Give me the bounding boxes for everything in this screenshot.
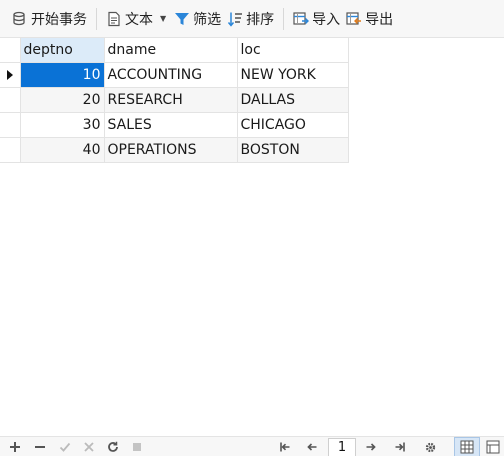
export-label: 导出 bbox=[365, 11, 394, 28]
cell-dname[interactable]: SALES bbox=[103, 112, 238, 138]
cell-dname[interactable]: ACCOUNTING bbox=[103, 62, 238, 88]
cell-dname[interactable]: RESEARCH bbox=[103, 87, 238, 113]
database-transaction-icon bbox=[12, 11, 28, 27]
export-icon bbox=[346, 11, 362, 27]
sort-icon bbox=[227, 11, 243, 27]
check-icon bbox=[59, 442, 71, 452]
page-number-input[interactable]: 1 bbox=[328, 438, 356, 456]
grid-view-button[interactable] bbox=[454, 437, 480, 456]
cell-dname[interactable]: OPERATIONS bbox=[103, 137, 238, 163]
last-page-button[interactable] bbox=[391, 438, 409, 456]
table-row[interactable]: 20 RESEARCH DALLAS bbox=[0, 87, 349, 113]
refresh-icon bbox=[108, 441, 118, 452]
refresh-button[interactable] bbox=[104, 438, 122, 456]
sort-label: 排序 bbox=[246, 11, 275, 28]
begin-transaction-button[interactable]: 开始事务 bbox=[9, 5, 90, 33]
begin-transaction-label: 开始事务 bbox=[31, 11, 87, 28]
delete-record-button[interactable] bbox=[31, 438, 49, 456]
add-record-button[interactable] bbox=[6, 438, 24, 456]
cell-loc[interactable]: BOSTON bbox=[236, 137, 349, 163]
cell-deptno[interactable]: 40 bbox=[19, 137, 105, 163]
cell-loc[interactable]: CHICAGO bbox=[236, 112, 349, 138]
column-header-loc[interactable]: loc bbox=[236, 37, 349, 63]
grid-view-icon bbox=[460, 440, 474, 454]
column-header-dname[interactable]: dname bbox=[103, 37, 238, 63]
sort-button[interactable]: 排序 bbox=[224, 5, 277, 33]
table-row[interactable]: 10 ACCOUNTING NEW YORK bbox=[0, 62, 349, 88]
form-view-button[interactable] bbox=[480, 437, 504, 456]
previous-page-button[interactable] bbox=[303, 438, 321, 456]
header-row: deptno dname loc bbox=[0, 37, 349, 63]
data-grid: deptno dname loc 10 ACCOUNTING NEW YORK … bbox=[0, 37, 349, 163]
minus-icon bbox=[35, 446, 45, 448]
apply-changes-button[interactable] bbox=[56, 438, 74, 456]
cell-deptno[interactable]: 30 bbox=[19, 112, 105, 138]
cell-deptno[interactable]: 20 bbox=[19, 87, 105, 113]
first-page-icon bbox=[280, 442, 290, 452]
document-icon bbox=[106, 11, 122, 27]
current-row-marker bbox=[0, 62, 21, 88]
toolbar-divider bbox=[96, 7, 97, 30]
cell-loc[interactable]: NEW YORK bbox=[236, 62, 349, 88]
row-header[interactable] bbox=[0, 87, 21, 113]
prev-page-icon bbox=[307, 443, 317, 451]
column-header-deptno[interactable]: deptno bbox=[19, 37, 105, 63]
stop-button[interactable] bbox=[128, 438, 146, 456]
cell-loc[interactable]: DALLAS bbox=[236, 87, 349, 113]
toolbar: 开始事务 文本 ▼ 筛选 排序 导入 导出 bbox=[0, 0, 504, 38]
table-row[interactable]: 30 SALES CHICAGO bbox=[0, 112, 349, 138]
filter-icon bbox=[174, 11, 190, 27]
row-header[interactable] bbox=[0, 112, 21, 138]
import-button[interactable]: 导入 bbox=[290, 5, 343, 33]
row-pointer-icon bbox=[7, 70, 13, 80]
discard-changes-button[interactable] bbox=[80, 438, 98, 456]
toolbar-divider bbox=[283, 7, 285, 30]
export-button[interactable]: 导出 bbox=[343, 5, 396, 33]
import-icon bbox=[293, 11, 310, 27]
cell-deptno[interactable]: 10 bbox=[19, 62, 105, 88]
row-header-corner bbox=[0, 37, 21, 63]
first-page-button[interactable] bbox=[276, 438, 294, 456]
chevron-down-icon: ▼ bbox=[160, 14, 167, 23]
next-page-icon bbox=[366, 443, 376, 451]
form-view-icon bbox=[486, 440, 500, 454]
import-label: 导入 bbox=[312, 11, 341, 28]
filter-button[interactable]: 筛选 bbox=[171, 5, 224, 33]
status-bar: 1 bbox=[0, 436, 504, 456]
gear-icon bbox=[425, 442, 435, 452]
plus-icon bbox=[10, 442, 20, 452]
settings-button[interactable] bbox=[421, 438, 439, 456]
next-page-button[interactable] bbox=[362, 438, 380, 456]
table-row[interactable]: 40 OPERATIONS BOSTON bbox=[0, 137, 349, 163]
x-icon bbox=[84, 442, 94, 452]
last-page-icon bbox=[395, 442, 405, 452]
filter-label: 筛选 bbox=[193, 11, 222, 28]
text-button[interactable]: 文本 ▼ bbox=[103, 5, 171, 33]
row-header[interactable] bbox=[0, 137, 21, 163]
text-label: 文本 bbox=[125, 11, 153, 28]
stop-icon bbox=[133, 443, 141, 451]
